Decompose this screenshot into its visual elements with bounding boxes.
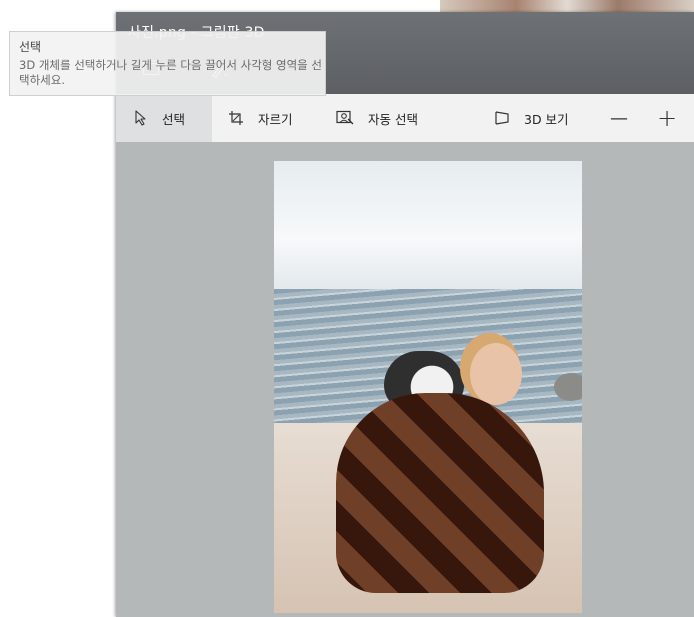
3d-view-label: 3D 보기 [524, 111, 569, 127]
toolbar: 선택 자르기 자동 선택 3D 보기 — + [116, 94, 694, 143]
magic-select-button[interactable]: 자동 선택 [336, 94, 418, 142]
tooltip-title: 선택 [19, 40, 42, 54]
magic-select-label: 자동 선택 [368, 111, 418, 127]
tooltip-body: 3D 개체를 선택하거나 길게 누른 다음 끌어서 사각형 영역을 선택하세요. [19, 58, 322, 87]
crop-tool-label: 자르기 [258, 111, 293, 127]
minus-icon[interactable]: — [610, 94, 628, 142]
canvas-area[interactable] [116, 142, 694, 617]
plus-icon[interactable]: + [656, 94, 678, 142]
crop-tool-button[interactable]: 자르기 [228, 94, 293, 142]
crop-icon [228, 110, 244, 126]
select-tool-label: 선택 [162, 111, 186, 127]
magic-select-icon [336, 110, 354, 126]
3d-view-icon [494, 110, 510, 126]
paint3d-window: 사진.png - 그림판 3D 선택 자르기 자동 선택 [116, 12, 694, 617]
canvas-photo[interactable] [274, 161, 582, 613]
select-tool-button[interactable]: 선택 [116, 94, 212, 142]
cursor-arrow-icon [134, 110, 148, 126]
3d-view-button[interactable]: 3D 보기 [494, 94, 569, 142]
select-tooltip: 선택 3D 개체를 선택하거나 길게 누른 다음 끌어서 사각형 영역을 선택하… [9, 31, 326, 96]
